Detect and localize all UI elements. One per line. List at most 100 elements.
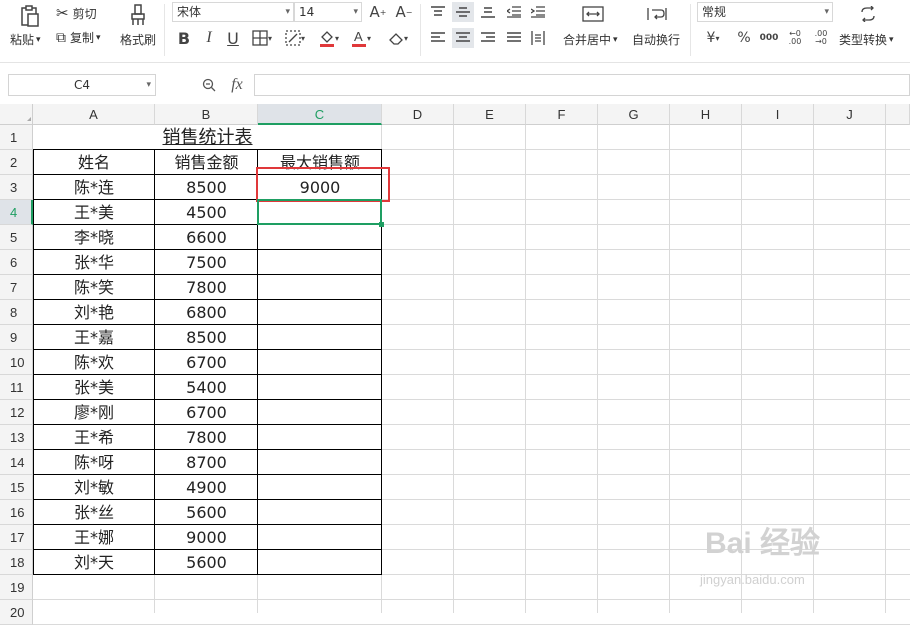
row-header-11[interactable]: 11 [0,375,33,400]
align-top-icon[interactable] [428,2,448,22]
paste-icon[interactable] [18,4,42,28]
name-cell[interactable]: 陈*连 [33,175,155,200]
row-header-7[interactable]: 7 [0,275,33,300]
row-header-4[interactable]: 4 [0,200,33,225]
number-format-select[interactable]: 常规 ▾ [697,2,833,22]
amount-cell[interactable]: 4900 [155,475,258,500]
outdent-icon[interactable] [504,2,524,22]
column-header-j[interactable]: J [814,104,886,125]
amount-cell[interactable]: 8500 [155,325,258,350]
increase-font-icon[interactable]: A + [368,2,388,22]
name-cell[interactable]: 李*晓 [33,225,155,250]
column-header-i[interactable]: I [742,104,814,125]
row-header-13[interactable]: 13 [0,425,33,450]
amount-cell[interactable]: 6800 [155,300,258,325]
row-header-15[interactable]: 15 [0,475,33,500]
align-right-icon[interactable] [478,28,498,48]
amount-cell[interactable]: 5600 [155,500,258,525]
name-cell[interactable]: 张*华 [33,250,155,275]
column-header-c[interactable]: C [258,104,382,125]
column-header-d[interactable]: D [382,104,454,125]
align-center-icon[interactable] [452,28,474,48]
borders-icon[interactable]: ▾ [250,28,274,48]
selected-cell-c4[interactable] [257,199,382,225]
name-cell[interactable]: 王*希 [33,425,155,450]
fill-handle[interactable] [379,222,384,227]
fill-color-icon[interactable]: ▾ [316,28,342,48]
name-cell[interactable]: 王*娜 [33,525,155,550]
merge-center-button[interactable]: 合并居中 ▾ [563,31,618,48]
row-header-14[interactable]: 14 [0,450,33,475]
thousands-button[interactable]: 000 [758,28,780,48]
row-header-2[interactable]: 2 [0,150,33,175]
name-cell[interactable]: 廖*刚 [33,400,155,425]
column-header-h[interactable]: H [670,104,742,125]
distributed-icon[interactable] [528,28,548,48]
name-cell[interactable]: 陈*呀 [33,450,155,475]
currency-button[interactable]: ¥ ▾ [700,28,726,48]
indent-icon[interactable] [528,2,548,22]
amount-cell[interactable]: 5400 [155,375,258,400]
underline-button[interactable]: U [223,28,243,48]
cell-style-icon[interactable]: ▾ [283,28,307,48]
amount-cell[interactable]: 7800 [155,425,258,450]
name-cell[interactable]: 陈*欢 [33,350,155,375]
amount-cell[interactable]: 4500 [155,200,258,225]
amount-cell[interactable]: 9000 [155,525,258,550]
name-box[interactable]: C4 ▾ [8,74,156,96]
fx-icon[interactable]: fx [226,74,248,96]
font-color-icon[interactable]: A ▾ [348,28,374,48]
amount-cell[interactable]: 6700 [155,350,258,375]
justify-icon[interactable] [504,28,524,48]
amount-cell[interactable]: 7500 [155,250,258,275]
formula-input[interactable] [254,74,910,96]
italic-button[interactable]: I [199,28,219,48]
eraser-icon[interactable]: ▾ [384,28,412,48]
wrap-text-button[interactable]: 自动换行 [632,31,680,48]
row-header-5[interactable]: 5 [0,225,33,250]
row-header-19[interactable]: 19 [0,575,33,600]
copy-button[interactable]: ⧉ 复制 ▾ [56,29,101,46]
select-all-corner[interactable] [0,104,33,125]
row-header-16[interactable]: 16 [0,500,33,525]
column-header-b[interactable]: B [155,104,258,125]
column-header-a[interactable]: A [33,104,155,125]
row-header-12[interactable]: 12 [0,400,33,425]
paste-button[interactable]: 粘贴 ▾ [10,31,41,48]
column-header-e[interactable]: E [454,104,526,125]
align-middle-icon[interactable] [452,2,474,22]
row-header-1[interactable]: 1 [0,125,33,150]
name-cell[interactable]: 刘*艳 [33,300,155,325]
amount-cell[interactable]: 8500 [155,175,258,200]
font-size-select[interactable]: 14 ▾ [294,2,362,22]
decrease-decimal-icon[interactable]: .00 →0 [810,28,832,48]
row-header-9[interactable]: 9 [0,325,33,350]
increase-decimal-icon[interactable]: ←0.00 [784,28,806,48]
cut-button[interactable]: ✂ 剪切 [56,4,97,22]
name-cell[interactable]: 张*美 [33,375,155,400]
align-left-icon[interactable] [428,28,448,48]
bold-button[interactable]: B [174,28,194,48]
row-header-8[interactable]: 8 [0,300,33,325]
amount-cell[interactable]: 6700 [155,400,258,425]
column-header-f[interactable]: F [526,104,598,125]
name-cell[interactable]: 王*嘉 [33,325,155,350]
row-header-3[interactable]: 3 [0,175,33,200]
percent-button[interactable]: % [734,28,754,48]
decrease-font-icon[interactable]: A − [394,2,414,22]
brush-icon[interactable] [126,2,150,28]
name-cell[interactable]: 张*丝 [33,500,155,525]
header-cell[interactable]: 销售金额 [155,150,258,175]
header-cell[interactable]: 姓名 [33,150,155,175]
amount-cell[interactable]: 5600 [155,550,258,575]
wrap-text-icon[interactable] [644,4,670,24]
name-cell[interactable]: 王*美 [33,200,155,225]
amount-cell[interactable]: 8700 [155,450,258,475]
name-cell[interactable]: 刘*天 [33,550,155,575]
type-convert-icon[interactable] [856,4,880,24]
row-header-17[interactable]: 17 [0,525,33,550]
amount-cell[interactable]: 7800 [155,275,258,300]
name-cell[interactable]: 陈*笑 [33,275,155,300]
font-name-select[interactable]: 宋体 ▾ [172,2,294,22]
name-cell[interactable]: 刘*敏 [33,475,155,500]
